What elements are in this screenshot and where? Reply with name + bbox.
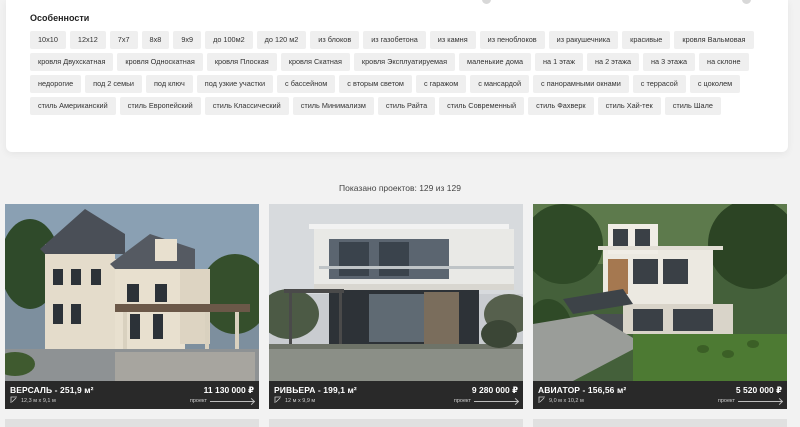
project-name[interactable]: ВЕРСАЛЬ - 251,9 м²: [10, 385, 94, 395]
filter-tag[interactable]: 8x8: [141, 31, 170, 49]
filter-panel: Особенности 10x10 12x12 7x7 8x8 9x9 до 100м2 д…: [6, 0, 788, 152]
house-render-image: [5, 204, 259, 381]
filter-tag[interactable]: кровля Эксплуатируемая: [353, 53, 456, 71]
filter-tag[interactable]: с цоколем: [689, 75, 741, 93]
project-link-label: проект: [189, 398, 207, 404]
project-link[interactable]: проект: [718, 398, 782, 404]
filter-tag[interactable]: стиль Шале: [664, 97, 721, 115]
project-link-label: проект: [717, 398, 735, 404]
project-card-partial[interactable]: [533, 419, 787, 427]
filter-tag[interactable]: маленькие дома: [459, 53, 532, 71]
filter-tag[interactable]: кровля Односкатная: [117, 53, 203, 71]
project-name[interactable]: РИВЬЕРА - 199,1 м²: [274, 385, 357, 395]
filter-tag[interactable]: на 1 этаж: [535, 53, 583, 71]
filter-tag[interactable]: под узкие участки: [196, 75, 274, 93]
project-image[interactable]: [533, 204, 787, 381]
filter-tag[interactable]: с террасой: [632, 75, 686, 93]
arrow-right-icon: [474, 400, 518, 402]
filter-tag[interactable]: 7x7: [109, 31, 138, 49]
filter-tag-list: 10x10 12x12 7x7 8x8 9x9 до 100м2 до 120 м2 из б…: [30, 31, 770, 115]
filter-tag[interactable]: под 2 семьи: [85, 75, 142, 93]
filter-tag[interactable]: на склоне: [699, 53, 749, 71]
scroll-indicator-dot: [742, 0, 751, 4]
filter-tag[interactable]: стиль Европейский: [119, 97, 201, 115]
project-name[interactable]: АВИАТОР - 156,56 м²: [538, 385, 626, 395]
arrow-right-icon: [738, 400, 782, 402]
house-render-image: [533, 204, 787, 381]
filter-tag[interactable]: с бассейном: [277, 75, 336, 93]
project-price: 11 130 000 ₽: [203, 385, 254, 395]
project-card-footer: РИВЬЕРА - 199,1 м² 12 м x 9,9 м 9 280 00…: [269, 381, 523, 409]
filter-tag[interactable]: стиль Минимализм: [292, 97, 374, 115]
project-dimensions: 12,3 м x 9,1 м: [21, 398, 56, 404]
filter-tag[interactable]: с гаражом: [415, 75, 467, 93]
filter-tag[interactable]: красивые: [622, 31, 671, 49]
project-card-footer: ВЕРСАЛЬ - 251,9 м² 12,3 м x 9,1 м 11 130…: [5, 381, 259, 409]
filter-tag[interactable]: кровля Двухскатная: [30, 53, 114, 71]
filter-tag[interactable]: из ракушечника: [548, 31, 619, 49]
filter-tag[interactable]: 12x12: [69, 31, 106, 49]
project-link[interactable]: проект: [454, 398, 518, 404]
filter-tag[interactable]: стиль Современный: [439, 97, 525, 115]
project-dimensions: 9,0 м x 10,2 м: [549, 398, 584, 404]
project-card-partial[interactable]: [269, 419, 523, 427]
filter-tag[interactable]: кровля Плоская: [206, 53, 277, 71]
project-dimensions: 12 м x 9,9 м: [285, 398, 316, 404]
filter-tag[interactable]: недорогие: [30, 75, 82, 93]
filter-tag[interactable]: кровля Вальмовая: [674, 31, 754, 49]
filter-tag[interactable]: 9x9: [173, 31, 202, 49]
filter-tag[interactable]: стиль Райта: [377, 97, 436, 115]
project-link[interactable]: проект: [190, 398, 254, 404]
filter-tag[interactable]: под ключ: [145, 75, 193, 93]
project-price: 9 280 000 ₽: [471, 385, 518, 395]
filter-tag[interactable]: кровля Скатная: [280, 53, 350, 71]
project-price: 5 520 000 ₽: [735, 385, 782, 395]
filter-tag[interactable]: 10x10: [30, 31, 66, 49]
filter-tag[interactable]: стиль Американский: [30, 97, 116, 115]
filter-tag[interactable]: с вторым светом: [339, 75, 412, 93]
scroll-indicator-dot: [482, 0, 491, 4]
filter-tag[interactable]: до 100м2: [205, 31, 253, 49]
project-image[interactable]: [5, 204, 259, 381]
filter-tag[interactable]: стиль Классический: [204, 97, 289, 115]
dimensions-icon: [10, 396, 17, 403]
project-link-label: проект: [453, 398, 471, 404]
dimensions-icon: [538, 396, 545, 403]
project-card-partial[interactable]: [5, 419, 259, 427]
project-card[interactable]: РИВЬЕРА - 199,1 м² 12 м x 9,9 м 9 280 00…: [269, 204, 523, 409]
filter-tag[interactable]: стиль Фахверк: [528, 97, 594, 115]
filter-section-title: Особенности: [30, 13, 90, 23]
filter-tag[interactable]: из камня: [429, 31, 476, 49]
filter-tag[interactable]: с панорамными окнами: [533, 75, 629, 93]
filter-tag[interactable]: на 2 этажа: [586, 53, 640, 71]
project-card[interactable]: АВИАТОР - 156,56 м² 9,0 м x 10,2 м 5 520…: [533, 204, 787, 409]
filter-tag[interactable]: на 3 этажа: [643, 53, 696, 71]
house-render-image: [269, 204, 523, 381]
project-card[interactable]: ВЕРСАЛЬ - 251,9 м² 12,3 м x 9,1 м 11 130…: [5, 204, 259, 409]
results-count: Показано проектов: 129 из 129: [339, 183, 461, 193]
project-image[interactable]: [269, 204, 523, 381]
filter-tag[interactable]: с мансардой: [470, 75, 530, 93]
filter-tag[interactable]: стиль Хай-тек: [597, 97, 661, 115]
filter-tag[interactable]: из блоков: [310, 31, 360, 49]
filter-tag[interactable]: из пеноблоков: [479, 31, 545, 49]
filter-tag[interactable]: из газобетона: [363, 31, 426, 49]
project-card-footer: АВИАТОР - 156,56 м² 9,0 м x 10,2 м 5 520…: [533, 381, 787, 409]
dimensions-icon: [274, 396, 281, 403]
arrow-right-icon: [210, 400, 254, 402]
filter-tag[interactable]: до 120 м2: [256, 31, 307, 49]
